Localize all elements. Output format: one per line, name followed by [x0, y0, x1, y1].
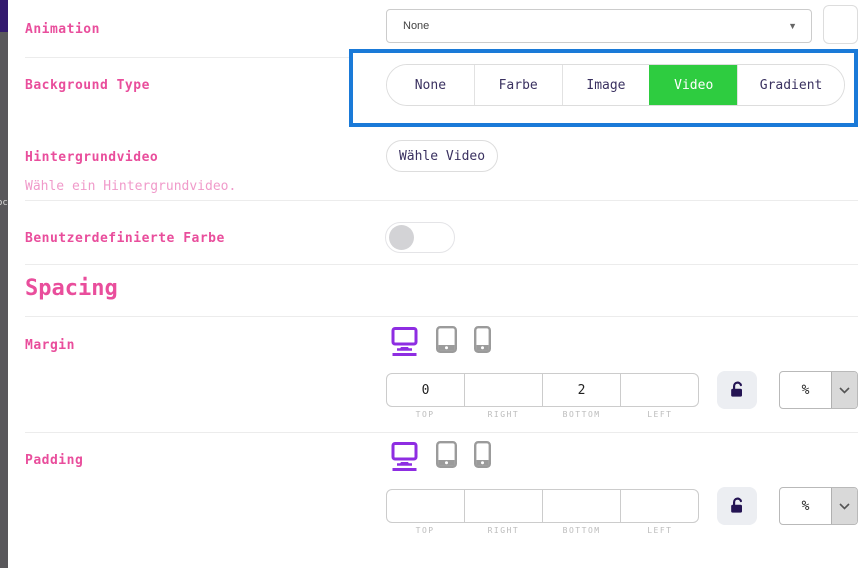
margin-link-values-button[interactable] [717, 371, 757, 409]
dimension-label-bottom: BOTTOM [543, 410, 621, 419]
mobile-icon[interactable] [474, 326, 491, 353]
margin-input-group [386, 373, 699, 407]
background-video-description: Wähle ein Hintergrundvideo. [25, 179, 236, 194]
page-behind-purple-bar [0, 0, 8, 32]
padding-bottom-input[interactable] [543, 490, 620, 522]
padding-dimension-labels: TOP RIGHT BOTTOM LEFT [386, 526, 699, 535]
margin-unit-value: % [780, 372, 831, 408]
margin-dimension-labels: TOP RIGHT BOTTOM LEFT [386, 410, 699, 419]
custom-color-label: Benutzerdefinierte Farbe [25, 231, 225, 246]
small-square-button[interactable] [823, 5, 858, 44]
bg-type-none-button[interactable]: None [387, 65, 474, 105]
margin-left-input[interactable] [621, 374, 698, 406]
animation-label: Animation [25, 22, 100, 37]
caret-down-icon: ▼ [788, 21, 797, 31]
mobile-icon[interactable] [474, 441, 491, 468]
padding-top-input[interactable] [387, 490, 464, 522]
animation-select-value: None [403, 20, 429, 32]
margin-right-input[interactable] [465, 374, 542, 406]
tablet-icon[interactable] [436, 441, 457, 468]
padding-link-values-button[interactable] [717, 487, 757, 525]
chevron-down-icon [831, 372, 857, 408]
page-behind-gray-strip: oc [0, 32, 8, 568]
padding-right-input[interactable] [465, 490, 542, 522]
margin-label: Margin [25, 338, 75, 353]
divider [25, 316, 858, 317]
dimension-label-top: TOP [386, 526, 464, 535]
bg-type-gradient-button[interactable]: Gradient [737, 65, 844, 105]
background-video-label: Hintergrundvideo [25, 150, 158, 165]
toggle-knob [389, 225, 414, 250]
padding-unit-select[interactable]: % [779, 487, 858, 525]
margin-bottom-input[interactable] [543, 374, 620, 406]
dimension-label-left: LEFT [621, 526, 699, 535]
padding-left-input[interactable] [621, 490, 698, 522]
padding-input-group [386, 489, 699, 523]
animation-select[interactable]: None ▼ [386, 9, 812, 43]
padding-device-switcher [390, 441, 491, 471]
settings-panel: oc Animation None ▼ Background Type None… [0, 0, 865, 568]
margin-unit-select[interactable]: % [779, 371, 858, 409]
background-type-button-group: None Farbe Image Video Gradient [386, 64, 845, 106]
padding-unit-value: % [780, 488, 831, 524]
section-heading-spacing: Spacing [25, 276, 118, 301]
unlock-icon [727, 380, 747, 400]
dimension-label-left: LEFT [621, 410, 699, 419]
tablet-icon[interactable] [436, 326, 457, 353]
custom-color-toggle[interactable] [385, 222, 455, 253]
divider [25, 264, 858, 265]
choose-video-button[interactable]: Wähle Video [386, 140, 498, 172]
desktop-icon[interactable] [390, 441, 419, 471]
page-behind-text-fragment: oc [0, 198, 8, 208]
bg-type-video-button[interactable]: Video [649, 65, 737, 105]
bg-type-farbe-button[interactable]: Farbe [474, 65, 562, 105]
divider [25, 200, 858, 201]
dimension-label-top: TOP [386, 410, 464, 419]
divider [25, 432, 858, 433]
chevron-down-icon [831, 488, 857, 524]
bg-type-image-button[interactable]: Image [562, 65, 650, 105]
padding-label: Padding [25, 453, 83, 468]
dimension-label-right: RIGHT [464, 410, 542, 419]
desktop-icon[interactable] [390, 326, 419, 356]
dimension-label-bottom: BOTTOM [543, 526, 621, 535]
margin-device-switcher [390, 326, 491, 356]
dimension-label-right: RIGHT [464, 526, 542, 535]
margin-top-input[interactable] [387, 374, 464, 406]
unlock-icon [727, 496, 747, 516]
background-type-label: Background Type [25, 78, 150, 93]
